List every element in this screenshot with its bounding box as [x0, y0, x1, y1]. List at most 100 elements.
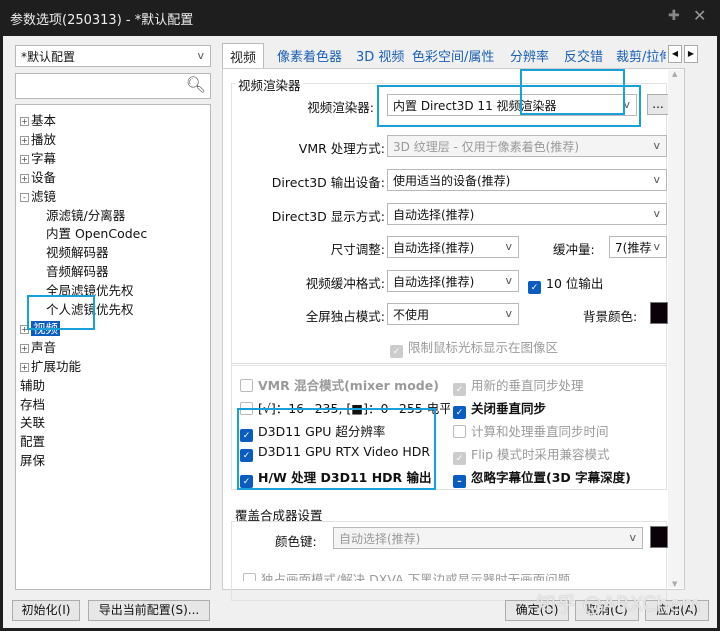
- expand-icon[interactable]: +: [20, 154, 29, 164]
- colorkey-swatch[interactable]: [650, 526, 668, 548]
- check-icon: ✓: [528, 281, 541, 294]
- initialize-button[interactable]: 初始化(I): [12, 600, 80, 621]
- tab-5[interactable]: 反交错: [564, 43, 603, 68]
- limit-cursor-checkbox[interactable]: ✓ 限制鼠标光标显示在图像区: [390, 337, 558, 358]
- check-icon: ✓: [453, 383, 466, 396]
- buffer-format-label: 视频缓冲格式:: [305, 276, 385, 291]
- profile-value: *默认配置: [21, 50, 76, 64]
- tree-item[interactable]: 配置: [20, 431, 45, 450]
- option-label: 关闭垂直同步: [471, 401, 547, 416]
- check-icon: [453, 425, 466, 438]
- chevron-down-icon: v: [505, 274, 512, 287]
- buffer-select[interactable]: 7(推荐 v: [609, 236, 667, 258]
- chevron-down-icon: v: [505, 240, 512, 253]
- tree-item[interactable]: 屏保: [20, 450, 45, 469]
- tree-item[interactable]: + 扩展功能: [20, 356, 81, 375]
- video-settings-panel: 视频渲染器 视频渲染器: 内置 Direct3D 11 视频渲染器 v ... V…: [222, 68, 685, 601]
- fullscreen-select[interactable]: 不使用 v: [387, 303, 519, 325]
- ten-bit-output-checkbox[interactable]: ✓ 10 位输出: [528, 273, 603, 294]
- chevron-down-icon: v: [653, 173, 660, 186]
- expand-icon[interactable]: +: [20, 173, 29, 183]
- collapse-icon[interactable]: -: [20, 192, 29, 202]
- tree-item-label: 视频解码器: [46, 245, 109, 261]
- tree-item[interactable]: + 播放: [20, 129, 56, 148]
- check-icon: ✓: [453, 452, 466, 465]
- highlight-box: [520, 69, 625, 115]
- chevron-down-icon: v: [505, 307, 512, 320]
- chevron-down-icon: v: [653, 139, 660, 152]
- tab-1[interactable]: 像素着色器: [277, 43, 342, 68]
- option-checkbox[interactable]: ✓ Flip 模式时采用兼容模式: [453, 444, 610, 465]
- close-icon[interactable]: ✕: [693, 6, 706, 25]
- tree-item[interactable]: 视频解码器: [46, 242, 109, 261]
- tree-item[interactable]: 内置 OpenCodec: [46, 223, 147, 242]
- buffer-format-value: 自动选择(推荐): [393, 275, 475, 289]
- d3d-display-label: Direct3D 显示方式:: [271, 209, 385, 224]
- tree-item-label: 扩展功能: [31, 358, 82, 374]
- export-config-button[interactable]: 导出当前配置(S)...: [88, 600, 210, 621]
- title-bar: 参数选项(250313) - *默认配置 ✚ ✕: [0, 0, 720, 36]
- fullscreen-value: 不使用: [393, 308, 430, 322]
- tree-item-label: 字幕: [31, 150, 57, 166]
- colorkey-select[interactable]: 自动选择(推荐) v: [333, 527, 643, 549]
- option-label: 用新的垂直同步处理: [471, 378, 584, 393]
- tree-item[interactable]: + 设备: [20, 167, 56, 186]
- tree-item[interactable]: + 基本: [20, 110, 56, 129]
- exclusive-fix-checkbox[interactable]: 独占画面模式/解决 DXVA 下黑边或显示器时无画面问题: [243, 571, 570, 581]
- tree-item[interactable]: 音频解码器: [46, 261, 109, 280]
- renderer-group-title: 视频渲染器: [235, 75, 304, 94]
- buffer-format-select[interactable]: 自动选择(推荐) v: [387, 270, 519, 292]
- chevron-down-icon: v: [653, 240, 660, 253]
- scroll-down-icon[interactable]: ▼: [672, 580, 677, 588]
- chevron-down-icon: v: [629, 531, 636, 544]
- tab-0[interactable]: 视频: [222, 43, 265, 69]
- tree-item[interactable]: 存档: [20, 394, 45, 413]
- check-icon: –: [453, 475, 466, 488]
- tab-3[interactable]: 色彩空间/属性: [412, 43, 494, 68]
- expand-icon[interactable]: +: [20, 343, 29, 353]
- tab-scroll-right[interactable]: ▶: [684, 45, 698, 63]
- option-checkbox[interactable]: ✓ 用新的垂直同步处理: [453, 375, 584, 396]
- d3d-output-select[interactable]: 使用适当的设备(推荐) v: [387, 169, 667, 191]
- search-input[interactable]: 🔍︎: [15, 73, 211, 99]
- tab-2[interactable]: 3D 视频: [356, 43, 404, 68]
- tree-item[interactable]: 源滤镜/分离器: [46, 205, 125, 224]
- tree-item[interactable]: + 字幕: [20, 148, 56, 167]
- profile-select[interactable]: *默认配置 v: [15, 45, 211, 67]
- expand-icon[interactable]: +: [20, 117, 29, 126]
- vmr-select[interactable]: 3D 纹理层 - 仅用于像素着色(推荐) v: [387, 135, 667, 157]
- scrollbar[interactable]: ▲ ▼: [668, 70, 684, 588]
- resize-select[interactable]: 自动选择(推荐) v: [387, 236, 519, 258]
- d3d-display-select[interactable]: 自动选择(推荐) v: [387, 203, 667, 225]
- tree-item-label: 滤镜: [31, 188, 57, 204]
- tab-4[interactable]: 分辨率: [510, 43, 549, 68]
- tab-scroll-left[interactable]: ◀: [668, 45, 682, 63]
- tab-6[interactable]: 裁剪/拉伸: [616, 43, 666, 68]
- option-checkbox[interactable]: VMR 混合模式(mixer mode): [240, 375, 439, 394]
- tree-item-label: 屏保: [20, 453, 46, 469]
- resize-label: 尺寸调整:: [330, 242, 385, 257]
- tree-item[interactable]: + 声音: [20, 337, 56, 356]
- expand-icon[interactable]: +: [20, 135, 29, 145]
- scroll-up-icon[interactable]: ▲: [672, 70, 677, 78]
- d3d-output-value: 使用适当的设备(推荐): [393, 174, 511, 188]
- expand-icon[interactable]: +: [20, 362, 29, 372]
- colorkey-label: 颜色键:: [275, 534, 317, 549]
- option-checkbox[interactable]: 计算和处理垂直同步时间: [453, 421, 609, 440]
- tree-item[interactable]: 关联: [20, 412, 45, 431]
- tree-item-label: 存档: [20, 396, 46, 412]
- tree-item-label: 内置 OpenCodec: [46, 226, 148, 242]
- tree-item[interactable]: - 滤镜: [20, 186, 56, 205]
- pin-icon[interactable]: ✚: [668, 8, 680, 24]
- overlay-group-title: 覆盖合成器设置: [235, 508, 323, 523]
- background-color-swatch[interactable]: [650, 302, 668, 324]
- option-label: Flip 模式时采用兼容模式: [471, 447, 610, 462]
- renderer-settings-button[interactable]: ...: [647, 94, 669, 115]
- tree-item-label: 关联: [20, 415, 46, 431]
- option-checkbox[interactable]: ✓ 关闭垂直同步: [453, 398, 546, 419]
- search-icon[interactable]: 🔍︎: [186, 75, 206, 94]
- option-checkbox[interactable]: – 忽略字幕位置(3D 字幕深度): [453, 467, 631, 488]
- option-label: 忽略字幕位置(3D 字幕深度): [471, 470, 631, 485]
- tree-item[interactable]: 辅助: [20, 375, 45, 394]
- checkbox-box: [243, 573, 256, 581]
